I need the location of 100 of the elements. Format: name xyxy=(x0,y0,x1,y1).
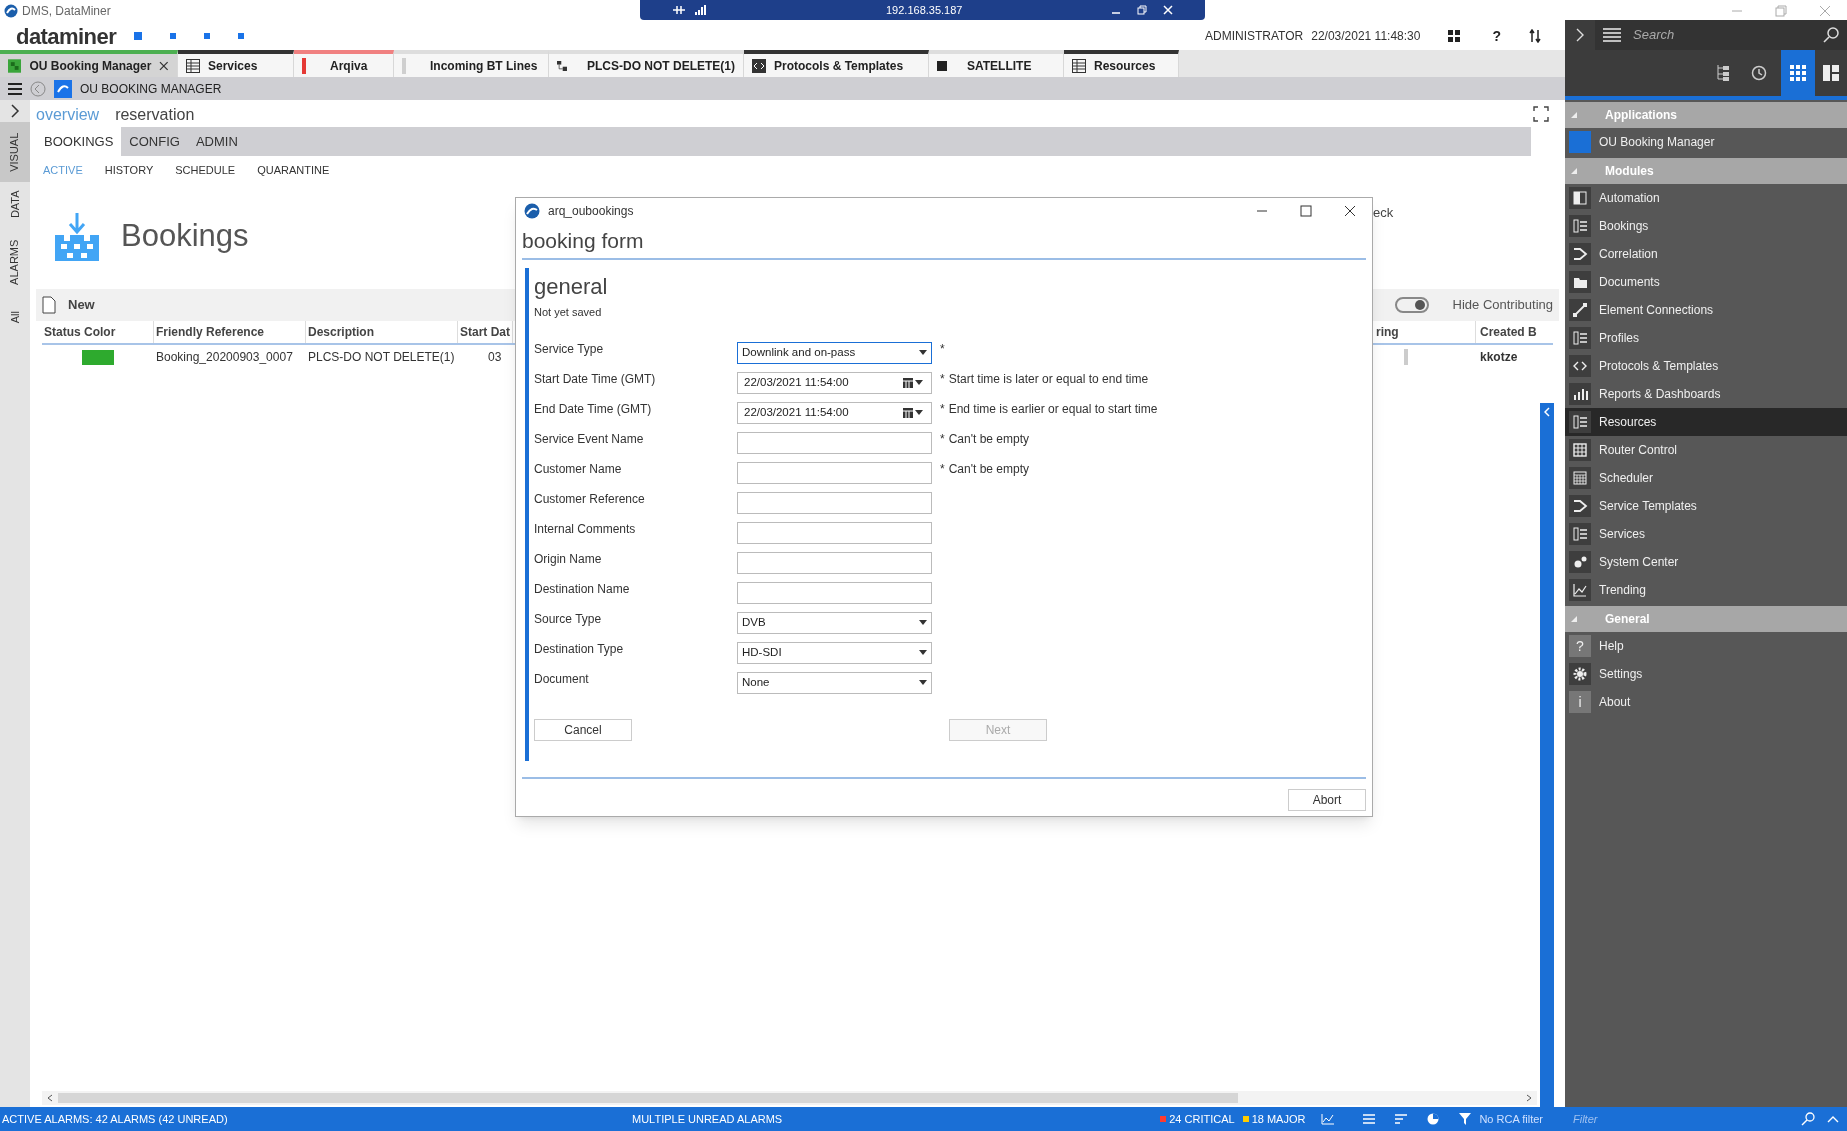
dropdown[interactable]: None xyxy=(737,671,932,694)
sidebar-item[interactable]: Protocols & Templates xyxy=(1565,352,1847,380)
pin-icon[interactable] xyxy=(672,4,686,16)
input-field[interactable] xyxy=(737,431,932,454)
tab[interactable]: OU Booking Manager xyxy=(0,50,178,77)
tab[interactable]: Arqiva xyxy=(294,50,394,77)
side-panel-handle[interactable] xyxy=(1540,403,1554,1107)
history-icon[interactable] xyxy=(1751,65,1767,81)
column-header[interactable]: Friendly Reference xyxy=(154,321,306,343)
help-button[interactable]: ? xyxy=(1488,25,1505,47)
grid-icon xyxy=(1790,65,1806,81)
column-header[interactable]: Status Color xyxy=(42,321,154,343)
breadcrumb-link[interactable]: reservation xyxy=(115,103,195,127)
sidebar-item[interactable]: ? Help xyxy=(1565,632,1847,660)
column-header[interactable]: Start Dat xyxy=(458,321,513,343)
validation-message: Can't be empty xyxy=(948,430,1029,448)
dropdown-arrow-icon xyxy=(915,410,923,415)
window-title: DMS, DataMiner xyxy=(22,3,111,20)
list-icon xyxy=(1569,523,1591,545)
dropdown-arrow-icon xyxy=(919,620,927,625)
list-icon[interactable] xyxy=(1363,1114,1376,1124)
restore-icon[interactable] xyxy=(1137,5,1147,15)
column-header[interactable]: Created B xyxy=(1476,321,1534,343)
sidebar-item[interactable]: i About xyxy=(1565,688,1847,716)
table-cell-text: PLCS-DO NOT DELETE(1) xyxy=(307,349,456,366)
side-tab[interactable]: VISUAL xyxy=(0,122,30,182)
tab[interactable]: Services xyxy=(178,50,294,77)
fullscreen-icon[interactable] xyxy=(1533,105,1549,122)
alarm-count[interactable]: 18 MAJOR xyxy=(1251,1110,1306,1128)
side-tab[interactable]: DATA xyxy=(0,182,30,227)
field-label: Start Date Time (GMT) xyxy=(534,370,657,388)
new-button[interactable]: New xyxy=(42,295,95,315)
side-tab[interactable]: All xyxy=(0,297,30,337)
column-header[interactable]: ring xyxy=(1376,321,1476,343)
glyph-icon: ? xyxy=(1569,635,1591,657)
sidebar-item[interactable]: Router Control xyxy=(1565,436,1847,464)
tab[interactable]: SATELLITE xyxy=(929,50,1064,77)
line-chart-icon[interactable] xyxy=(1321,1113,1336,1125)
side-tab[interactable]: ALARMS xyxy=(0,227,30,297)
tree-icon[interactable] xyxy=(1715,65,1731,81)
sub-tab[interactable]: QUARANTINE xyxy=(257,161,330,179)
sub-tab[interactable]: SCHEDULE xyxy=(175,161,236,179)
pie-icon[interactable] xyxy=(1427,1113,1440,1125)
sidebar-item[interactable]: Services xyxy=(1565,520,1847,548)
sidebar-item[interactable]: Profiles xyxy=(1565,324,1847,352)
input-field[interactable] xyxy=(737,521,932,544)
abort-button[interactable]: Abort xyxy=(1288,789,1366,811)
sidebar-item[interactable]: Scheduler xyxy=(1565,464,1847,492)
sidebar-item[interactable]: Service Templates xyxy=(1565,492,1847,520)
toggle-switch[interactable] xyxy=(1394,297,1429,313)
sidebar-item[interactable]: Correlation xyxy=(1565,240,1847,268)
horizontal-scrollbar[interactable] xyxy=(42,1091,1537,1105)
layout-icon[interactable] xyxy=(1823,65,1839,81)
sort-arrows-icon[interactable] xyxy=(1529,29,1541,43)
sidebar-item[interactable]: Documents xyxy=(1565,268,1847,296)
sub-tab[interactable]: HISTORY xyxy=(104,161,154,179)
alarm-count[interactable]: 24 CRITICAL xyxy=(1169,1110,1235,1128)
filter-icon[interactable] xyxy=(1459,1113,1472,1125)
dropdown[interactable]: HD-SDI xyxy=(737,641,932,664)
tab[interactable]: Protocols & Templates xyxy=(744,50,929,77)
close-icon[interactable] xyxy=(1344,205,1356,217)
scrollbar-thumb[interactable] xyxy=(58,1093,1238,1103)
nav-tab[interactable]: BOOKINGS xyxy=(36,127,122,156)
close-icon[interactable] xyxy=(159,60,169,71)
required-mark: * xyxy=(940,400,945,418)
maximize-icon[interactable] xyxy=(1300,205,1312,217)
filter-field[interactable]: Filter xyxy=(1573,1110,1801,1128)
sidebar-item[interactable]: Settings xyxy=(1565,660,1847,688)
date-time-picker[interactable]: 22/03/2021 11:54:00 xyxy=(737,371,932,394)
nav-tab[interactable]: CONFIG xyxy=(121,127,188,156)
tab[interactable]: Incoming BT Lines xyxy=(394,50,549,77)
sidebar-item[interactable]: Resources xyxy=(1565,408,1847,436)
validation-message: Start time is later or equal to end time xyxy=(948,370,1149,388)
input-field[interactable] xyxy=(737,551,932,574)
tab[interactable]: Resources xyxy=(1064,50,1179,77)
column-header[interactable]: Description xyxy=(306,321,458,343)
sort-icon[interactable] xyxy=(1395,1114,1408,1124)
input-field[interactable] xyxy=(737,461,932,484)
nav-tab[interactable]: ADMIN xyxy=(187,127,246,156)
date-time-picker[interactable]: 22/03/2021 11:54:00 xyxy=(737,401,932,424)
sidebar-item[interactable]: Automation xyxy=(1565,184,1847,212)
search-bar[interactable]: Search xyxy=(1595,20,1847,50)
sidebar-item[interactable]: Element Connections xyxy=(1565,296,1847,324)
input-field[interactable] xyxy=(737,491,932,514)
menu-icon[interactable] xyxy=(8,82,22,95)
expand-icon[interactable] xyxy=(10,104,20,118)
required-mark: * xyxy=(940,460,945,478)
input-field[interactable] xyxy=(737,581,932,604)
rca-filter-label[interactable]: No RCA filter xyxy=(1479,1110,1543,1128)
sidebar-item[interactable]: System Center xyxy=(1565,548,1847,576)
dropdown[interactable]: Downlink and on-pass xyxy=(737,341,932,364)
dropdown[interactable]: DVB xyxy=(737,611,932,634)
sidebar-item[interactable]: Trending xyxy=(1565,576,1847,604)
sidebar-item[interactable]: Bookings xyxy=(1565,212,1847,240)
apps-grid-button[interactable] xyxy=(1781,50,1815,96)
sidebar-item[interactable]: Reports & Dashboards xyxy=(1565,380,1847,408)
grid-icon[interactable] xyxy=(1448,30,1461,42)
tab[interactable]: PLCS-DO NOT DELETE(1) xyxy=(549,50,744,77)
sidebar-item[interactable]: OU Booking Manager xyxy=(1565,128,1847,156)
cancel-button[interactable]: Cancel xyxy=(534,718,632,741)
